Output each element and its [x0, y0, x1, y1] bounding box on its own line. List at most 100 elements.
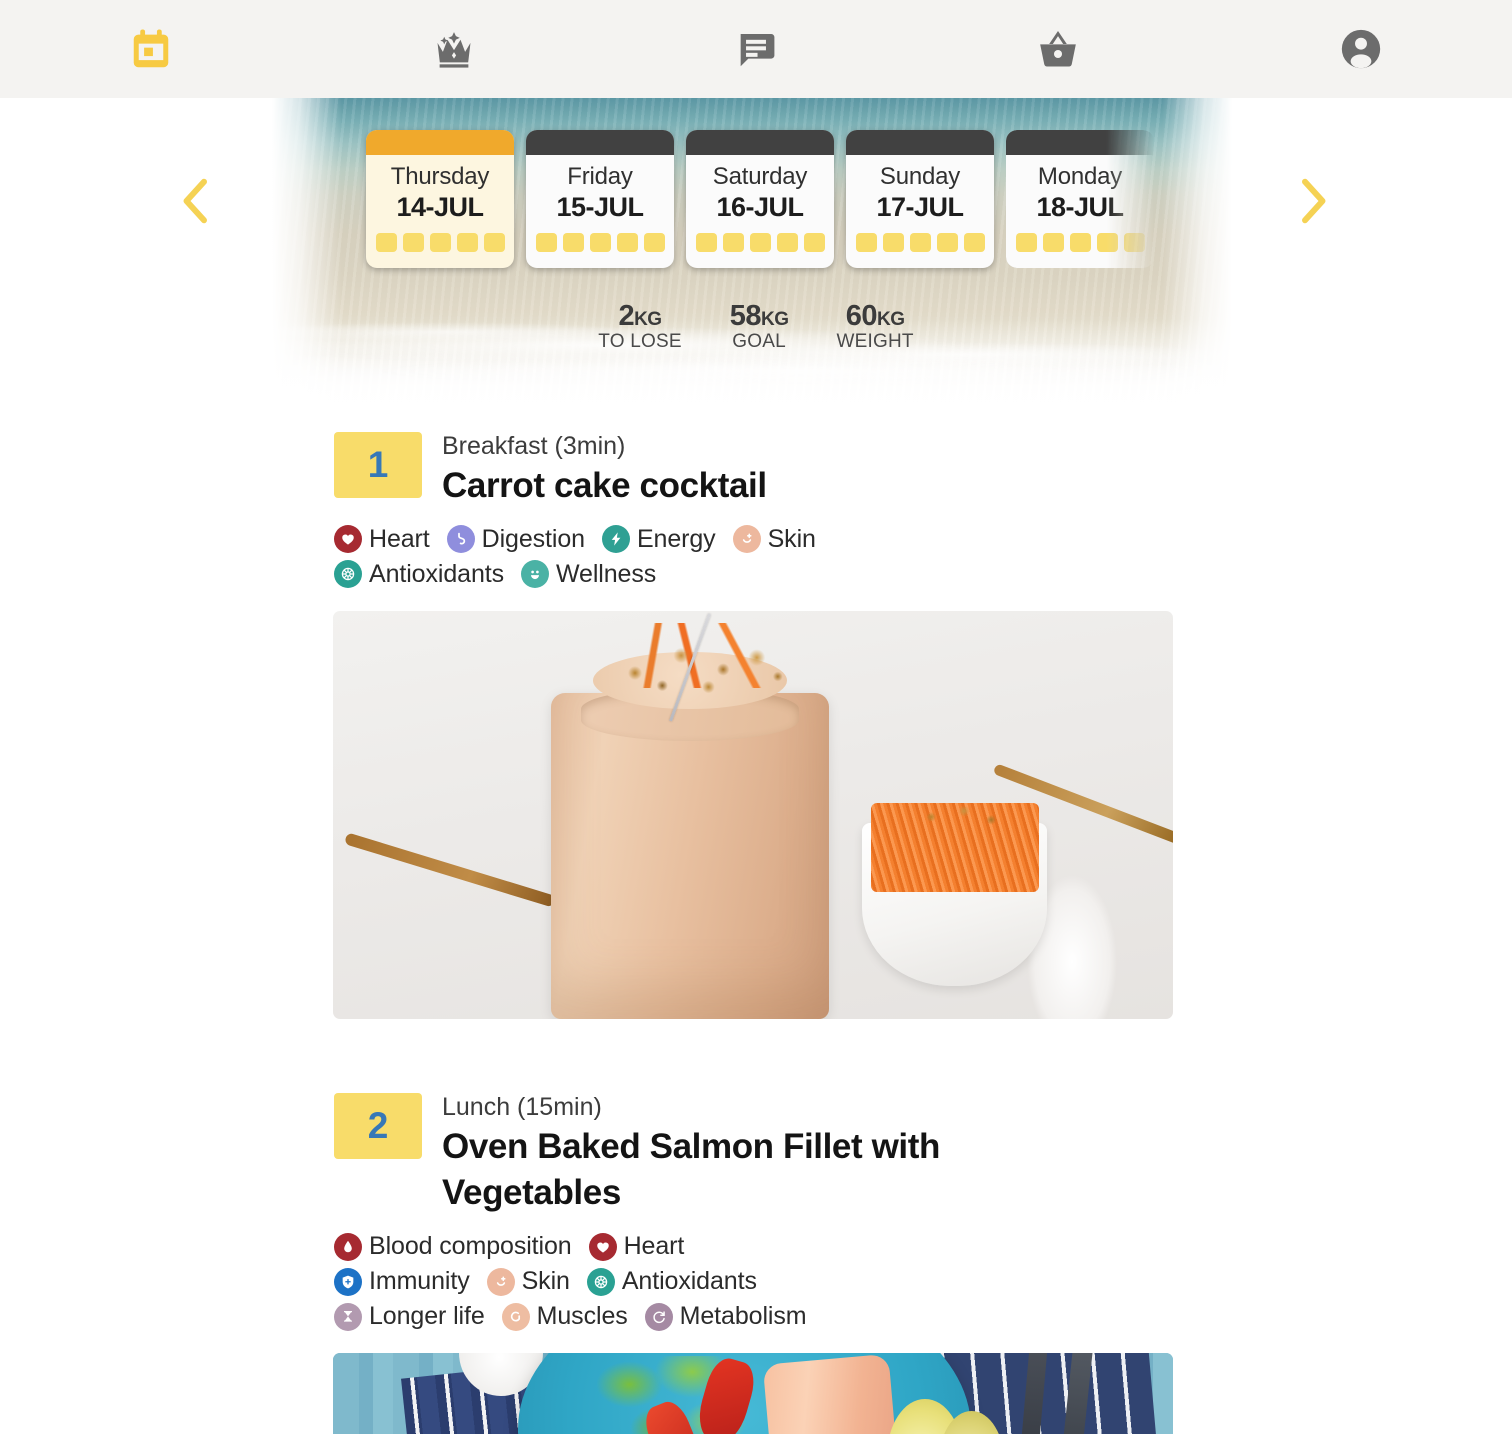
- benefit-label: Skin: [521, 1267, 570, 1296]
- nav-item-chat[interactable]: [605, 0, 907, 98]
- meal-dot: [882, 233, 904, 253]
- meal-dot: [1069, 233, 1091, 253]
- day-card-top-bar: [1006, 130, 1154, 155]
- meal-dot: [535, 233, 557, 253]
- benefit-tag-wellness[interactable]: Wellness: [521, 560, 656, 589]
- nav-item-shopping-basket[interactable]: [907, 0, 1209, 98]
- benefit-label: Wellness: [556, 559, 657, 588]
- stat-unit: KG: [634, 309, 662, 330]
- meal-dot: [643, 233, 665, 253]
- meal-photo-carrot-cake-cocktail[interactable]: [333, 610, 1173, 1019]
- weight-stats: 2KG TO LOSE 58KG GOAL 60KG WEIGHT: [0, 300, 1512, 353]
- benefit-label: Skin: [767, 524, 816, 553]
- top-navigation-bar: [0, 0, 1512, 98]
- smiley-icon: [521, 560, 549, 589]
- meal-dot: [429, 233, 451, 253]
- hourglass-icon: [334, 1302, 362, 1331]
- benefit-tag-digestion[interactable]: Digestion: [446, 524, 585, 554]
- day-meal-dots: [375, 233, 505, 253]
- crown-icon: [431, 26, 477, 72]
- benefit-tag-heart[interactable]: Heart: [334, 525, 430, 554]
- blood-drop-icon: [334, 1232, 362, 1261]
- stat-label: TO LOSE: [598, 331, 682, 352]
- nav-item-premium[interactable]: [302, 0, 604, 98]
- benefit-tag-blood-composition[interactable]: Blood composition: [334, 1232, 572, 1261]
- nav-item-account[interactable]: [1210, 0, 1512, 98]
- next-week-button[interactable]: [1277, 168, 1347, 238]
- meal-dot: [1096, 233, 1118, 253]
- day-card-thursday[interactable]: Thursday 14-JUL: [366, 130, 514, 268]
- muscle-icon: [501, 1302, 530, 1331]
- meal-name: Carrot cake cocktail: [442, 465, 767, 505]
- stat-goal: 58KG GOAL: [730, 300, 789, 353]
- benefit-label: Digestion: [481, 524, 585, 553]
- benefit-tag-metabolism[interactable]: Metabolism: [644, 1302, 807, 1331]
- stat-unit: KG: [876, 309, 905, 330]
- stat-value: 58KG: [729, 300, 789, 332]
- chat-bubble-icon: [733, 26, 779, 72]
- benefit-label: Immunity: [369, 1267, 470, 1296]
- benefit-tag-skin[interactable]: Skin: [732, 524, 816, 554]
- meal-dot: [776, 233, 798, 253]
- heart-icon: [334, 525, 362, 554]
- meal-title-group: Lunch (15min) Oven Baked Salmon Fillet w…: [442, 1093, 1042, 1216]
- meal-kind: Lunch (15min): [442, 1092, 602, 1121]
- meal-dot: [375, 233, 397, 253]
- day-card-monday[interactable]: Monday 18-JUL: [1006, 130, 1154, 268]
- meal-title-group: Breakfast (3min) Carrot cake cocktail: [442, 432, 767, 509]
- benefit-tag-heart[interactable]: Heart: [588, 1232, 684, 1261]
- meal-card-breakfast[interactable]: 1 Breakfast (3min) Carrot cake cocktail …: [0, 418, 1512, 1019]
- account-circle-icon: [1338, 26, 1384, 72]
- meal-dot: [1042, 233, 1064, 253]
- day-card-top-bar: [846, 130, 994, 155]
- meal-header: 1 Breakfast (3min) Carrot cake cocktail: [0, 418, 1512, 509]
- benefit-tag-skin[interactable]: Skin: [486, 1267, 570, 1296]
- meal-dot: [456, 233, 478, 253]
- calendar-icon: [128, 26, 174, 72]
- day-weekday: Friday: [567, 163, 633, 190]
- day-card-top-bar: [686, 130, 834, 155]
- day-card-friday[interactable]: Friday 15-JUL: [526, 130, 674, 268]
- benefit-tag-longer-life[interactable]: Longer life: [334, 1302, 485, 1331]
- stat-to-lose: 2KG TO LOSE: [598, 300, 681, 353]
- day-date: 15-JUL: [556, 192, 644, 223]
- day-meal-dots: [1015, 233, 1145, 253]
- day-card-saturday[interactable]: Saturday 16-JUL: [686, 130, 834, 268]
- benefit-label: Muscles: [536, 1302, 628, 1331]
- chevron-right-icon: [1290, 173, 1334, 234]
- basket-icon: [1035, 26, 1081, 72]
- meal-dot: [695, 233, 717, 253]
- meal-dot: [616, 233, 638, 253]
- stat-value: 2KG: [618, 300, 662, 332]
- day-weekday: Sunday: [879, 163, 961, 190]
- stat-value: 60KG: [845, 300, 905, 332]
- meal-dot: [722, 233, 744, 253]
- meal-dot: [855, 233, 877, 253]
- benefit-tag-antioxidants[interactable]: Antioxidants: [334, 560, 504, 589]
- benefit-label: Metabolism: [679, 1302, 807, 1331]
- day-card-sunday[interactable]: Sunday 17-JUL: [846, 130, 994, 268]
- benefit-tag-muscles[interactable]: Muscles: [501, 1302, 628, 1331]
- benefit-label: Antioxidants: [621, 1267, 757, 1296]
- benefit-tag-antioxidants[interactable]: Antioxidants: [586, 1267, 757, 1296]
- metabolism-cycle-icon: [644, 1302, 673, 1331]
- benefit-tag-immunity[interactable]: Immunity: [334, 1267, 470, 1296]
- meal-dot: [936, 233, 958, 253]
- benefit-tag-energy[interactable]: Energy: [601, 524, 716, 554]
- face-skin-icon: [486, 1267, 515, 1296]
- meal-number-badge: 1: [334, 432, 422, 498]
- meal-card-lunch[interactable]: 2 Lunch (15min) Oven Baked Salmon Fillet…: [0, 1079, 1512, 1434]
- benefit-label: Energy: [636, 524, 716, 553]
- app-root: Thursday 14-JUL Friday 15-JUL Saturday 1…: [0, 0, 1512, 1434]
- meal-dot: [963, 233, 985, 253]
- meal-dot: [1015, 233, 1037, 253]
- day-date: 16-JUL: [716, 192, 804, 223]
- day-meal-dots: [535, 233, 665, 253]
- salmon-fillet-photo: [333, 1353, 1173, 1434]
- day-date: 18-JUL: [1036, 192, 1124, 223]
- antioxidant-wheel-icon: [334, 560, 362, 589]
- stat-label: WEIGHT: [836, 331, 914, 352]
- nav-item-today-calendar[interactable]: [0, 0, 302, 98]
- day-weekday: Monday: [1037, 163, 1123, 190]
- meal-photo-salmon-fillet[interactable]: [333, 1353, 1173, 1434]
